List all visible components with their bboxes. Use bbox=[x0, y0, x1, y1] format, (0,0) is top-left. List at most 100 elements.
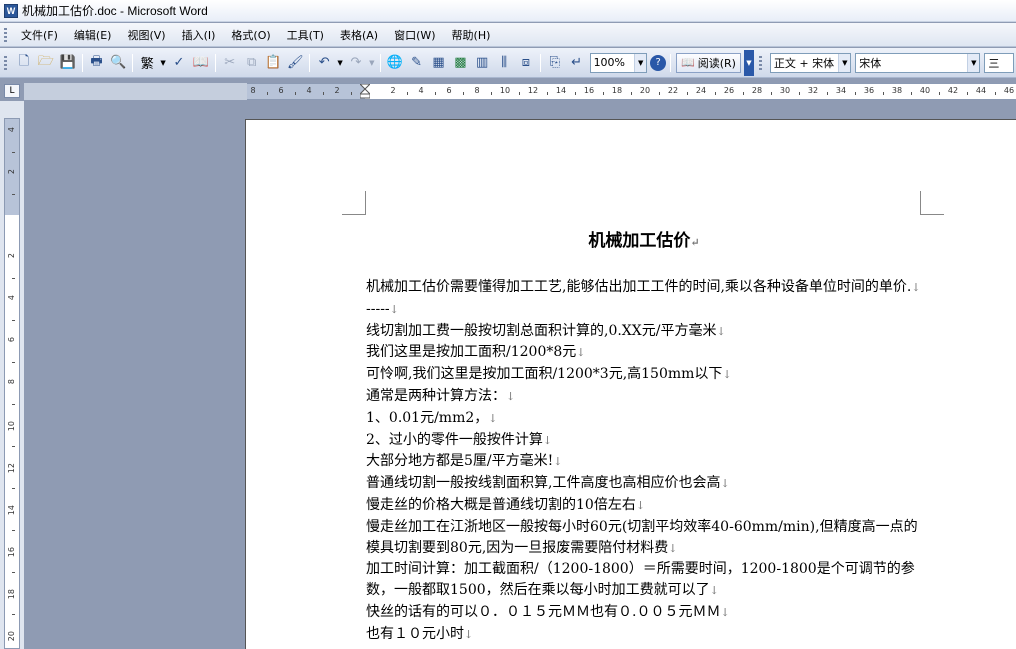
ruler-tick-label: 4 bbox=[418, 86, 424, 95]
research-icon[interactable]: 📖 bbox=[191, 53, 211, 73]
read-mode-button[interactable]: 📖 阅读(R) bbox=[676, 52, 741, 73]
insert-excel-icon[interactable]: ▩ bbox=[450, 53, 470, 73]
ruler-tick-label: 18 bbox=[7, 589, 16, 600]
toolbar-separator bbox=[309, 53, 311, 72]
indent-marker-icon[interactable] bbox=[360, 84, 370, 99]
menu-help[interactable]: 帮助(H) bbox=[444, 25, 499, 45]
document-paragraph[interactable]: 我们这里是按加工面积/1200*8元↓ bbox=[366, 342, 926, 364]
traditional-chinese-icon[interactable]: 繁 bbox=[137, 53, 157, 73]
zoom-select[interactable]: 100% ▼ bbox=[589, 52, 648, 73]
window-title: 机械加工估价.doc - Microsoft Word bbox=[22, 4, 208, 18]
ruler-tick-label: 16 bbox=[7, 547, 16, 558]
paste-icon[interactable]: 📋 bbox=[264, 53, 284, 73]
print-preview-icon[interactable]: 🔍 bbox=[108, 53, 128, 73]
copy-icon[interactable]: ⧉ bbox=[242, 53, 262, 73]
drawing-icon[interactable]: ⫼ bbox=[494, 53, 514, 73]
redo-icon[interactable]: ↷ bbox=[346, 53, 366, 73]
style-value: 正文 + 宋体 bbox=[773, 56, 835, 70]
toolbar-grip-icon[interactable] bbox=[4, 55, 7, 70]
menu-window[interactable]: 窗口(W) bbox=[386, 25, 443, 45]
ruler-tick-label: 28 bbox=[751, 86, 763, 95]
document-paragraph[interactable]: 普通线切割一般按线割面积算,工件高度也高相应价也会高↓ bbox=[366, 473, 926, 495]
line-break-mark-icon: ↓ bbox=[576, 346, 586, 360]
document-paragraph[interactable]: -----↓ bbox=[366, 299, 926, 321]
show-hide-icon[interactable]: ⎘ bbox=[545, 53, 565, 73]
menu-grip-icon[interactable] bbox=[4, 27, 7, 42]
document-paragraph[interactable]: 通常是两种计算方法：↓ bbox=[366, 386, 926, 408]
paragraph-text: ----- bbox=[366, 300, 390, 317]
toolbar-separator bbox=[539, 53, 541, 72]
document-paragraph[interactable]: 快丝的话有的可以０．０１５元ＭＭ也有０.００５元ＭＭ↓ bbox=[366, 602, 926, 624]
document-paragraph[interactable]: 线切割加工费一般按切割总面积计算的,0.XX元/平方毫米↓ bbox=[366, 321, 926, 343]
print-icon[interactable]: 🖶 bbox=[87, 53, 107, 73]
ruler-tick bbox=[631, 92, 632, 95]
spelling-icon[interactable]: ✓ bbox=[169, 53, 189, 73]
ruler-tick-label: 20 bbox=[639, 86, 651, 95]
chevron-down-icon[interactable]: ▼ bbox=[634, 53, 647, 72]
menu-view[interactable]: 视图(V) bbox=[119, 25, 173, 45]
new-document-icon[interactable]: 🗋 bbox=[14, 53, 34, 73]
horizontal-ruler[interactable]: 8 6 4 2 2 4 6 8 10 12 14 16 18 20 22 24 26 28 30 32 34 36 38 40… bbox=[247, 83, 1016, 100]
document-paragraph[interactable]: 大部分地方都是5厘/平方毫米!↓ bbox=[366, 451, 926, 473]
crop-mark-top-left bbox=[342, 191, 366, 215]
ruler-tick bbox=[12, 572, 15, 573]
paragraph-text: 可怜啊,我们这里是按加工面积/1200*3元,高150mm以下 bbox=[366, 366, 723, 383]
document-map-icon[interactable]: ⧈ bbox=[516, 53, 536, 73]
vertical-ruler[interactable]: 4 2 2 4 6 8 10 12 14 16 18 20 bbox=[4, 118, 20, 649]
ruler-tick bbox=[12, 194, 15, 195]
document-page[interactable]: 机械加工估价↵ 机械加工估价需要懂得加工工艺,能够估出加工工件的时间,乘以各种设… bbox=[245, 119, 1016, 649]
read-mode-label: 阅读(R) bbox=[697, 56, 736, 70]
toolbar-separator bbox=[214, 53, 216, 72]
open-folder-icon[interactable]: 🗁 bbox=[36, 53, 56, 73]
tab-selector-button[interactable]: L bbox=[4, 84, 20, 98]
redo-dropdown-icon[interactable]: ▼ bbox=[368, 53, 376, 73]
save-icon[interactable]: 💾 bbox=[58, 53, 78, 73]
document-paragraph[interactable]: 慢走丝的价格大概是普通线切割的10倍左右↓ bbox=[366, 495, 926, 517]
insert-table-icon[interactable]: ▦ bbox=[429, 53, 449, 73]
paragraph-text: 大部分地方都是5厘/平方毫米! bbox=[366, 453, 554, 470]
font-select[interactable]: 宋体 ▼ bbox=[855, 52, 981, 73]
hyperlink-icon[interactable]: 🌐 bbox=[385, 53, 405, 73]
paragraph-text: 通常是两种计算方法： bbox=[366, 387, 506, 404]
tables-borders-icon[interactable]: ✎ bbox=[407, 53, 427, 73]
format-toolbar-grip-icon[interactable] bbox=[758, 55, 762, 70]
menu-table[interactable]: 表格(A) bbox=[332, 25, 386, 45]
font-size-select[interactable]: 三 bbox=[984, 52, 1015, 73]
document-paragraph[interactable]: 慢走丝加工在江浙地区一般按每小时60元(切割平均效率40-60mm/min),但… bbox=[366, 517, 926, 560]
ruler-tick bbox=[435, 92, 436, 95]
menu-tools[interactable]: 工具(T) bbox=[279, 25, 332, 45]
ruler-tick bbox=[12, 614, 15, 615]
paragraph-mark-icon[interactable]: ↵ bbox=[567, 53, 587, 73]
chevron-down-icon[interactable]: ▼ bbox=[967, 53, 980, 72]
ruler-tick-label: 24 bbox=[695, 86, 707, 95]
document-paragraph[interactable]: 可怜啊,我们这里是按加工面积/1200*3元,高150mm以下↓ bbox=[366, 364, 926, 386]
document-paragraph[interactable]: 2、过小的零件一般按件计算↓ bbox=[366, 430, 926, 452]
toolbar-options-icon[interactable]: ▼ bbox=[743, 49, 754, 76]
style-select[interactable]: 正文 + 宋体 ▼ bbox=[769, 52, 852, 73]
ruler-tick-label: 44 bbox=[975, 86, 987, 95]
menu-format[interactable]: 格式(O) bbox=[223, 25, 278, 45]
document-paragraph[interactable]: 机械加工估价需要懂得加工工艺,能够估出加工工件的时间,乘以各种设备单位时间的单价… bbox=[366, 277, 926, 299]
paragraph-text: 普通线切割一般按线割面积算,工件高度也高相应价也会高 bbox=[366, 475, 721, 492]
document-paragraph[interactable]: 加工时间计算：加工截面积/（1200-1800）＝所需要时间，1200-1800… bbox=[366, 559, 926, 602]
cut-icon[interactable]: ✂ bbox=[220, 53, 240, 73]
ruler-tick bbox=[12, 362, 15, 363]
format-painter-icon[interactable]: 🖌 bbox=[285, 53, 305, 73]
undo-dropdown-icon[interactable]: ▼ bbox=[336, 53, 344, 73]
word-app-icon[interactable]: W bbox=[4, 3, 18, 18]
columns-icon[interactable]: ▥ bbox=[472, 53, 492, 73]
ruler-tick-label: 4 bbox=[7, 127, 16, 133]
menu-file[interactable]: 文件(F) bbox=[13, 25, 66, 45]
ruler-tick bbox=[911, 92, 912, 95]
document-title[interactable]: 机械加工估价↵ bbox=[366, 226, 922, 251]
document-paragraph[interactable]: 1、0.01元/mm2，↓ bbox=[366, 408, 926, 430]
help-icon[interactable]: ? bbox=[650, 54, 667, 71]
menu-edit[interactable]: 编辑(E) bbox=[66, 25, 120, 45]
menu-insert[interactable]: 插入(I) bbox=[174, 25, 224, 45]
undo-icon[interactable]: ↶ bbox=[314, 53, 334, 73]
line-break-mark-icon: ↓ bbox=[542, 433, 553, 447]
document-body[interactable]: 机械加工估价需要懂得加工工艺,能够估出加工工件的时间,乘以各种设备单位时间的单价… bbox=[366, 277, 926, 646]
dropdown-arrow-icon[interactable]: ▼ bbox=[159, 53, 167, 73]
document-paragraph[interactable]: 也有１０元小时↓ bbox=[366, 624, 926, 646]
chevron-down-icon[interactable]: ▼ bbox=[838, 53, 851, 72]
